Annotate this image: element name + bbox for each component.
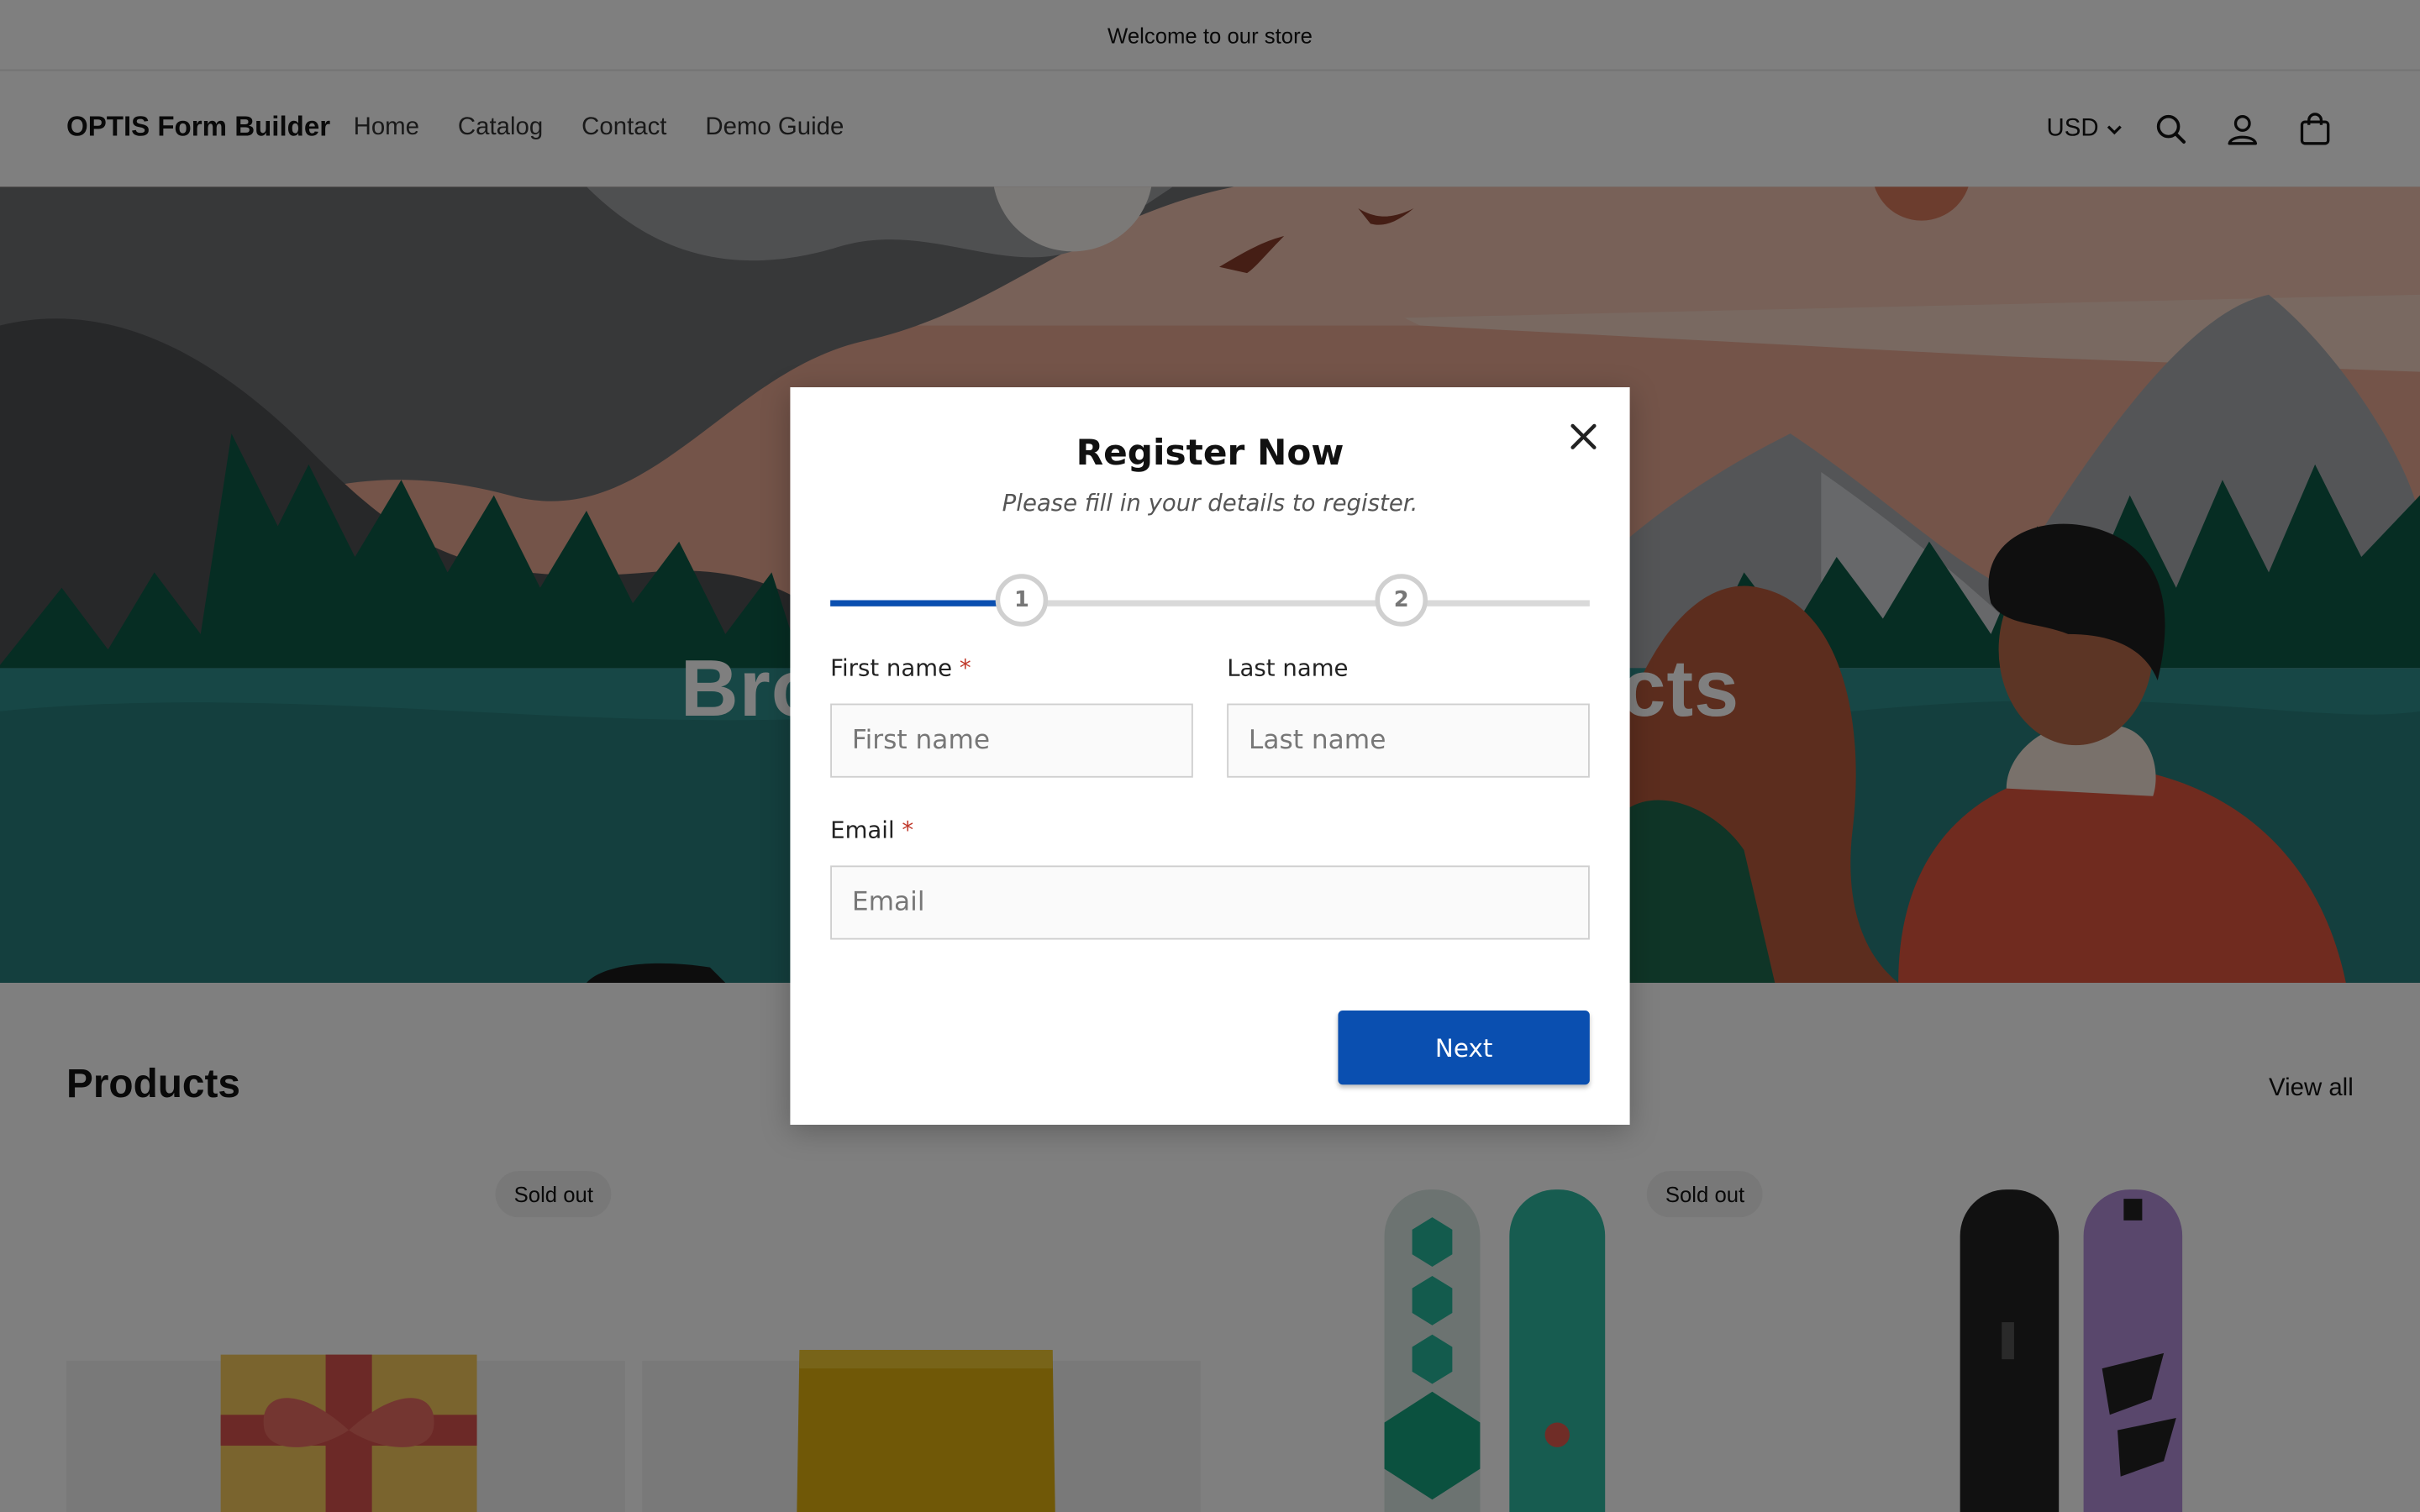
step-indicator-1: 1 [995,574,1049,627]
modal-subtitle: Please fill in your details to register. [1002,489,1418,517]
first-name-label: First name * [830,654,971,682]
required-mark: * [959,654,971,682]
last-name-input[interactable] [1227,703,1590,778]
first-name-input[interactable] [830,703,1193,778]
register-modal: Register Now Please fill in your details… [790,387,1630,1125]
step-indicator-2: 2 [1375,574,1428,627]
last-name-label: Last name [1227,654,1349,682]
next-button[interactable]: Next [1338,1011,1590,1085]
required-mark: * [902,816,914,844]
page: Welcome to our store OPTIS Form Builder … [0,0,2420,1512]
progress-fill [830,600,997,606]
email-label: Email * [830,816,914,844]
close-icon[interactable] [1562,415,1605,458]
modal-title: Register Now [1076,433,1344,474]
email-input[interactable] [830,865,1590,940]
